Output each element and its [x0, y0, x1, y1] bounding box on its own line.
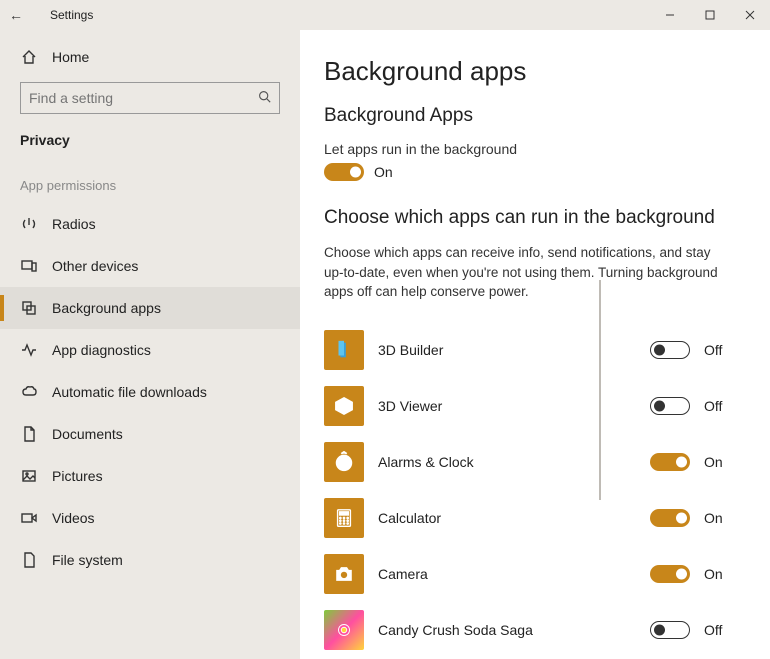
choose-description: Choose which apps can receive info, send… — [324, 243, 732, 302]
apps-list: 3D Builder Off 3D Viewer Off Alarms & Clock O… — [324, 322, 732, 658]
close-button[interactable] — [730, 0, 770, 30]
app-row: 3D Viewer Off — [324, 378, 732, 434]
sidebar-item-label: App diagnostics — [52, 342, 151, 358]
sidebar-item-label: Automatic file downloads — [52, 384, 207, 400]
sidebar-item-label: Other devices — [52, 258, 138, 274]
master-toggle-label: Let apps run in the background — [324, 141, 732, 157]
app-toggle[interactable] — [650, 621, 690, 639]
titlebar: ← Settings — [0, 0, 770, 30]
other-devices-icon — [20, 257, 38, 275]
search-box[interactable] — [20, 82, 280, 114]
group-label: App permissions — [0, 154, 300, 203]
maximize-button[interactable] — [690, 0, 730, 30]
minimize-button[interactable] — [650, 0, 690, 30]
sidebar-item-label: File system — [52, 552, 123, 568]
app-toggle-state: Off — [704, 622, 732, 638]
search-icon — [258, 90, 271, 106]
sidebar-item-other-devices[interactable]: Other devices — [0, 245, 300, 287]
choose-heading: Choose which apps can run in the backgro… — [324, 207, 732, 229]
sidebar-item-app-diagnostics[interactable]: App diagnostics — [0, 329, 300, 371]
app-name: 3D Builder — [378, 342, 636, 358]
sidebar-item-label: Videos — [52, 510, 95, 526]
sidebar-item-documents[interactable]: Documents — [0, 413, 300, 455]
sidebar-home-label: Home — [52, 49, 89, 65]
sidebar: Home Privacy App permissions Radios Other… — [0, 30, 300, 659]
main-content: Background apps Background Apps Let apps… — [300, 30, 770, 659]
radios-icon — [20, 215, 38, 233]
app-name: Alarms & Clock — [378, 454, 636, 470]
diagnostics-icon — [20, 341, 38, 359]
sidebar-item-videos[interactable]: Videos — [0, 497, 300, 539]
app-toggle-state: On — [704, 566, 732, 582]
app-row: Candy Crush Soda Saga Off — [324, 602, 732, 658]
sidebar-item-label: Radios — [52, 216, 96, 232]
picture-icon — [20, 467, 38, 485]
app-name: Camera — [378, 566, 636, 582]
document-icon — [20, 425, 38, 443]
sidebar-item-label: Pictures — [52, 468, 103, 484]
category-label: Privacy — [0, 124, 300, 154]
cloud-download-icon — [20, 383, 38, 401]
file-system-icon — [20, 551, 38, 569]
master-toggle[interactable] — [324, 163, 364, 181]
home-icon — [20, 48, 38, 66]
sidebar-item-label: Documents — [52, 426, 123, 442]
sidebar-item-file-system[interactable]: File system — [0, 539, 300, 581]
window-controls — [650, 0, 770, 30]
app-toggle-state: Off — [704, 342, 732, 358]
app-row: Calculator On — [324, 490, 732, 546]
background-apps-icon — [20, 299, 38, 317]
app-tile — [324, 610, 364, 650]
app-row: Camera On — [324, 546, 732, 602]
app-toggle[interactable] — [650, 397, 690, 415]
sidebar-item-background-apps[interactable]: Background apps — [0, 287, 300, 329]
app-toggle-state: On — [704, 454, 732, 470]
app-toggle[interactable] — [650, 565, 690, 583]
app-name: 3D Viewer — [378, 398, 636, 414]
app-toggle[interactable] — [650, 509, 690, 527]
back-button[interactable]: ← — [0, 7, 32, 23]
app-tile — [324, 330, 364, 370]
nav-list: Radios Other devices Background apps App di… — [0, 203, 300, 659]
master-toggle-state: On — [374, 164, 393, 180]
sidebar-item-pictures[interactable]: Pictures — [0, 455, 300, 497]
sidebar-item-label: Background apps — [52, 300, 161, 316]
page-title: Background apps — [324, 56, 732, 87]
sidebar-home[interactable]: Home — [0, 38, 300, 76]
sidebar-item-radios[interactable]: Radios — [0, 203, 300, 245]
window-title: Settings — [50, 8, 93, 22]
app-tile — [324, 498, 364, 538]
app-row: 3D Builder Off — [324, 322, 732, 378]
app-toggle[interactable] — [650, 453, 690, 471]
video-icon — [20, 509, 38, 527]
sidebar-item-automatic-file-downloads[interactable]: Automatic file downloads — [0, 371, 300, 413]
app-tile — [324, 386, 364, 426]
master-heading: Background Apps — [324, 105, 732, 127]
app-tile — [324, 554, 364, 594]
app-name: Calculator — [378, 510, 636, 526]
app-tile — [324, 442, 364, 482]
app-toggle-state: On — [704, 510, 732, 526]
app-row: Alarms & Clock On — [324, 434, 732, 490]
search-input[interactable] — [29, 90, 258, 106]
app-toggle[interactable] — [650, 341, 690, 359]
app-name: Candy Crush Soda Saga — [378, 622, 636, 638]
app-toggle-state: Off — [704, 398, 732, 414]
scroll-indicator[interactable] — [599, 280, 601, 500]
